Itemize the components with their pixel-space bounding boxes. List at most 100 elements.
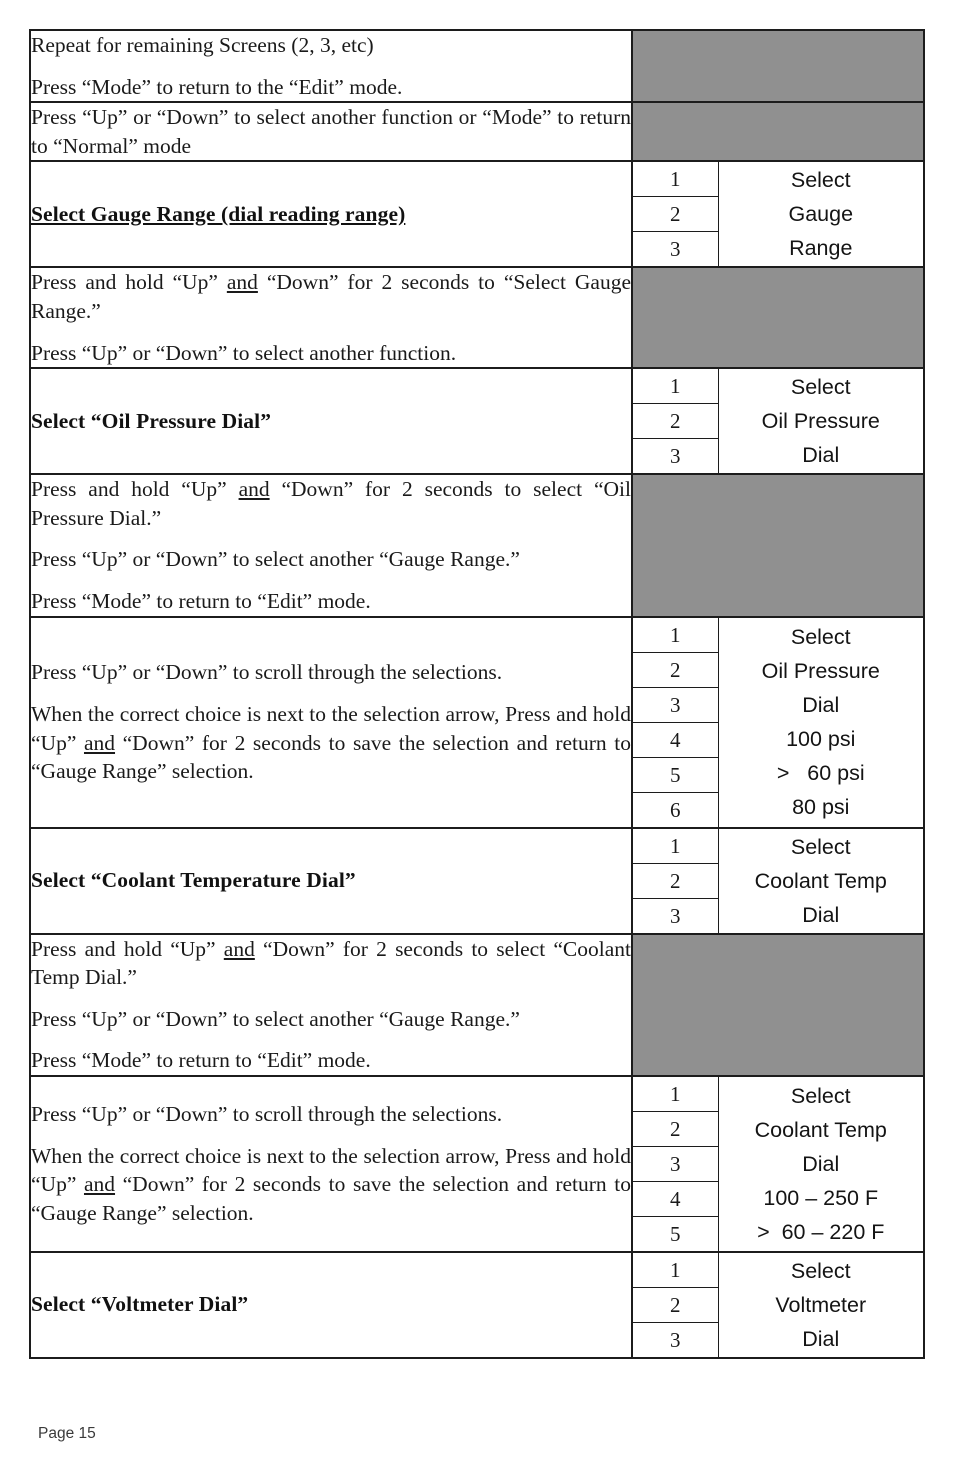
display-screen-line: Select: [790, 834, 851, 859]
instruction-cell-repeat-screens: Repeat for remaining Screens (2, 3, etc)…: [29, 28, 633, 104]
display-line-number: 2: [631, 403, 719, 440]
instruction-cell-coolant-temp-dial-instructions: Press and hold “Up” and “Down” for 2 sec…: [29, 932, 633, 1077]
display-screen-line: Range: [789, 236, 853, 261]
display-screen-line: Gauge: [788, 202, 854, 227]
display-line-number: 3: [631, 438, 719, 476]
display-line-number: 4: [631, 1180, 719, 1217]
instruction-cell-oil-pressure-scroll: Press “Up” or “Down” to scroll through t…: [29, 615, 633, 829]
display-screen-line: Coolant Temp: [754, 1117, 887, 1142]
instruction-paragraph: Press “Up” or “Down” to select another “…: [31, 1006, 520, 1031]
instruction-paragraph: Press “Up” or “Down” to scroll through t…: [31, 660, 503, 685]
display-screen-line: Voltmeter: [775, 1292, 867, 1317]
display-screen-line: Dial: [802, 443, 840, 468]
display-screen-text: Select Coolant Temp Dial 100 – 250 F > 60 – …: [717, 1074, 925, 1253]
display-line-number: 1: [631, 367, 719, 405]
table-row: Press “Up” or “Down” to scroll through t…: [29, 1074, 925, 1253]
table-row: Repeat for remaining Screens (2, 3, etc)…: [29, 28, 925, 104]
display-screen-line: Oil Pressure: [761, 659, 880, 684]
instruction-cell-select-gauge-range: Select Gauge Range (dial reading range): [29, 160, 633, 269]
instruction-paragraph: Press “Up” or “Down” to scroll through t…: [31, 1102, 503, 1127]
instruction-cell-select-coolant-temperature-dial: Select “Coolant Temperature Dial”: [29, 826, 633, 935]
display-line-number: 2: [631, 1110, 719, 1147]
display-screen-line: Select: [790, 1258, 851, 1283]
blank-display-panel: [631, 101, 925, 163]
display-screen-line: 100 – 250 F: [763, 1185, 879, 1210]
display-line-number: 2: [631, 651, 719, 688]
display-line-number: 3: [631, 1321, 719, 1359]
display-screen-line: Dial: [802, 693, 840, 718]
section-heading: Select “Oil Pressure Dial”: [31, 408, 272, 433]
display-line-number: 3: [631, 897, 719, 935]
display-screen-line: 100 psi: [786, 727, 856, 752]
table-row: Press “Up” or “Down” to scroll through t…: [29, 615, 925, 829]
display-line-number: 3: [631, 231, 719, 269]
display-screen-line: Coolant Temp: [754, 868, 887, 893]
display-line-number: 1: [631, 160, 719, 198]
instruction-cell-select-oil-pressure-dial: Select “Oil Pressure Dial”: [29, 367, 633, 476]
instruction-cell-coolant-temp-scroll: Press “Up” or “Down” to scroll through t…: [29, 1074, 633, 1253]
blank-display-panel: [631, 28, 925, 104]
display-line-number: 2: [631, 196, 719, 233]
instruction-cell-select-another-function: Press “Up” or “Down” to select another f…: [29, 101, 633, 163]
display-screen-line: > 60 psi: [776, 761, 865, 786]
display-line-number: 3: [631, 686, 719, 723]
display-screen-line: Dial: [802, 1151, 840, 1176]
instruction-paragraph: Press and hold “Up” and “Down” for 2 sec…: [31, 936, 631, 990]
instruction-paragraph: Press “Up” or “Down” to select another “…: [31, 547, 520, 572]
display-screen-line: Oil Pressure: [761, 409, 880, 434]
display-line-number: 2: [631, 862, 719, 899]
display-screen-line: Dial: [802, 902, 840, 927]
display-line-number: 3: [631, 1145, 719, 1182]
display-line-number: 1: [631, 1074, 719, 1112]
instruction-cell-select-voltmeter-dial: Select “Voltmeter Dial”: [29, 1250, 633, 1359]
manual-page: Repeat for remaining Screens (2, 3, etc)…: [0, 0, 954, 1475]
display-screen-line: Dial: [802, 1326, 840, 1351]
table-row: Select “Voltmeter Dial” 1 Select Voltmeter D…: [29, 1250, 925, 1359]
blank-display-panel: [631, 932, 925, 1077]
table-row: Press and hold “Up” and “Down” for 2 sec…: [29, 266, 925, 370]
instruction-paragraph: When the correct choice is next to the s…: [31, 701, 631, 784]
page-number-footer: Page 15: [38, 1425, 96, 1442]
table-row: Select Gauge Range (dial reading range) 1…: [29, 160, 925, 269]
display-line-number: 6: [631, 791, 719, 829]
instruction-paragraph: Press “Mode” to return to the “Edit” mod…: [31, 74, 403, 99]
instruction-cell-oil-pressure-dial-instructions: Press and hold “Up” and “Down” for 2 sec…: [29, 473, 633, 618]
display-screen-line: Select: [790, 168, 851, 193]
instruction-paragraph: Press “Mode” to return to “Edit” mode.: [31, 588, 371, 613]
instruction-cell-gauge-range-instructions: Press and hold “Up” and “Down” for 2 sec…: [29, 266, 633, 370]
instruction-paragraph: When the correct choice is next to the s…: [31, 1143, 631, 1225]
instruction-paragraph: Press “Up” or “Down” to select another f…: [31, 340, 457, 365]
display-line-number: 5: [631, 1215, 719, 1253]
display-screen-line: Select: [790, 1083, 851, 1108]
display-line-number: 1: [631, 826, 719, 864]
display-screen-text: Select Oil Pressure Dial: [717, 367, 925, 476]
blank-display-panel: [631, 266, 925, 370]
instruction-paragraph: Press “Mode” to return to “Edit” mode.: [31, 1048, 371, 1073]
table-row: Press and hold “Up” and “Down” for 2 sec…: [29, 473, 925, 618]
table-row: Select “Coolant Temperature Dial” 1 Select…: [29, 826, 925, 935]
instruction-paragraph: Press and hold “Up” and “Down” for 2 sec…: [31, 477, 631, 530]
display-screen-text: Select Coolant Temp Dial: [717, 826, 925, 935]
table-row: Press and hold “Up” and “Down” for 2 sec…: [29, 932, 925, 1077]
instruction-paragraph: Repeat for remaining Screens (2, 3, etc): [31, 33, 374, 57]
display-screen-line: 80 psi: [792, 795, 850, 820]
display-screen-text: Select Gauge Range: [717, 160, 925, 269]
procedure-table: Repeat for remaining Screens (2, 3, etc)…: [29, 28, 925, 1359]
display-line-number: 1: [631, 1250, 719, 1288]
instruction-paragraph: Press and hold “Up” and “Down” for 2 sec…: [31, 270, 631, 323]
display-line-number: 2: [631, 1286, 719, 1323]
display-screen-line: Select: [790, 375, 851, 400]
display-screen-text: Select Voltmeter Dial: [717, 1250, 925, 1359]
section-heading: Select Gauge Range (dial reading range): [31, 201, 406, 226]
display-screen-line: Select: [790, 625, 851, 650]
display-line-number: 5: [631, 756, 719, 793]
display-screen-text: Select Oil Pressure Dial 100 psi > 60 psi 80 …: [717, 615, 925, 829]
section-heading: Select “Coolant Temperature Dial”: [31, 868, 356, 893]
display-screen-line: > 60 – 220 F: [757, 1219, 885, 1244]
display-line-number: 4: [631, 721, 719, 758]
blank-display-panel: [631, 473, 925, 618]
section-heading: Select “Voltmeter Dial”: [31, 1292, 249, 1317]
instruction-paragraph: Press “Up” or “Down” to select another f…: [31, 105, 631, 158]
table-row: Select “Oil Pressure Dial” 1 Select Oil Pre…: [29, 367, 925, 476]
table-row: Press “Up” or “Down” to select another f…: [29, 101, 925, 163]
